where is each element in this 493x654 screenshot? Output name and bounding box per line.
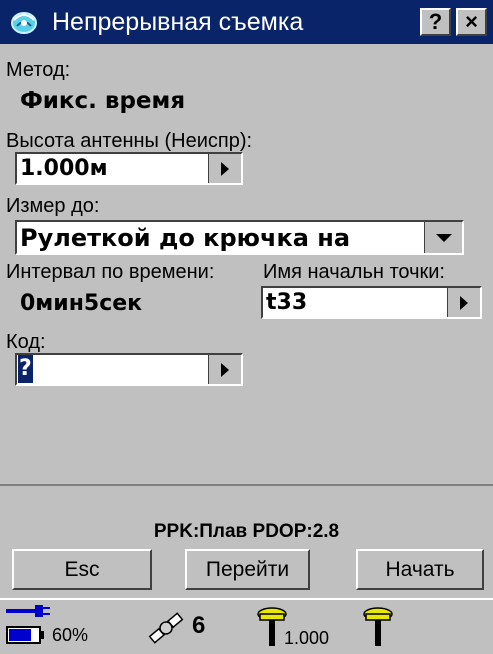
satellite-icon[interactable]: [146, 610, 186, 646]
start-point-arrow-button[interactable]: [447, 288, 480, 317]
code-arrow-button[interactable]: [208, 355, 241, 384]
status-bar: 60% 6 1.000: [0, 598, 493, 654]
antenna-height-value: 1.000м: [20, 156, 108, 181]
code-label: Код:: [6, 331, 46, 353]
chevron-down-icon: [435, 233, 452, 242]
help-button[interactable]: ?: [420, 8, 451, 36]
antenna-height-arrow-button[interactable]: [208, 154, 241, 183]
close-button[interactable]: ×: [456, 8, 487, 36]
method-value: Фикс. время: [20, 88, 186, 114]
title-bar: Непрерывная съемка ? ×: [0, 0, 493, 44]
start-button[interactable]: Начать: [356, 549, 484, 590]
interval-value: 0мин5сек: [20, 291, 143, 316]
measure-to-dropdown-button[interactable]: [424, 222, 462, 253]
measure-to-label: Измер до:: [6, 195, 100, 217]
arrow-right-icon: [221, 161, 229, 176]
start-point-field[interactable]: t33: [261, 286, 482, 319]
start-point-value: t33: [266, 290, 308, 315]
code-field[interactable]: ?: [15, 353, 243, 386]
survey-app-icon: [11, 12, 37, 34]
antenna-height-field[interactable]: 1.000м: [15, 152, 243, 185]
goto-button[interactable]: Перейти: [185, 549, 310, 590]
form-area: Метод: Фикс. время Высота антенны (Неисп…: [0, 44, 493, 475]
window-title: Непрерывная съемка: [52, 8, 304, 36]
battery-percent: 60%: [52, 625, 89, 645]
interval-label: Интервал по времени:: [6, 261, 215, 283]
battery-icon[interactable]: [6, 625, 46, 645]
esc-button[interactable]: Esc: [12, 549, 152, 590]
divider: [0, 484, 493, 486]
measure-to-value: Рулеткой до крючка на: [20, 224, 351, 252]
arrow-right-icon: [221, 362, 229, 377]
gnss-antenna-icon[interactable]: [360, 606, 396, 646]
antenna-height-label: Высота антенны (Неиспр):: [6, 130, 253, 152]
code-value: ?: [18, 355, 33, 383]
measure-to-dropdown[interactable]: Рулеткой до крючка на: [15, 220, 464, 255]
status-line: PPK:Плав PDOP:2.8: [153, 521, 340, 542]
power-plug-icon[interactable]: [6, 602, 50, 620]
start-point-label: Имя начальн точки:: [263, 261, 445, 283]
method-label: Метод:: [6, 59, 71, 81]
arrow-right-icon: [460, 295, 468, 310]
satellite-count: 6: [192, 612, 206, 639]
antenna-height-indicator: 1.000: [284, 628, 330, 648]
